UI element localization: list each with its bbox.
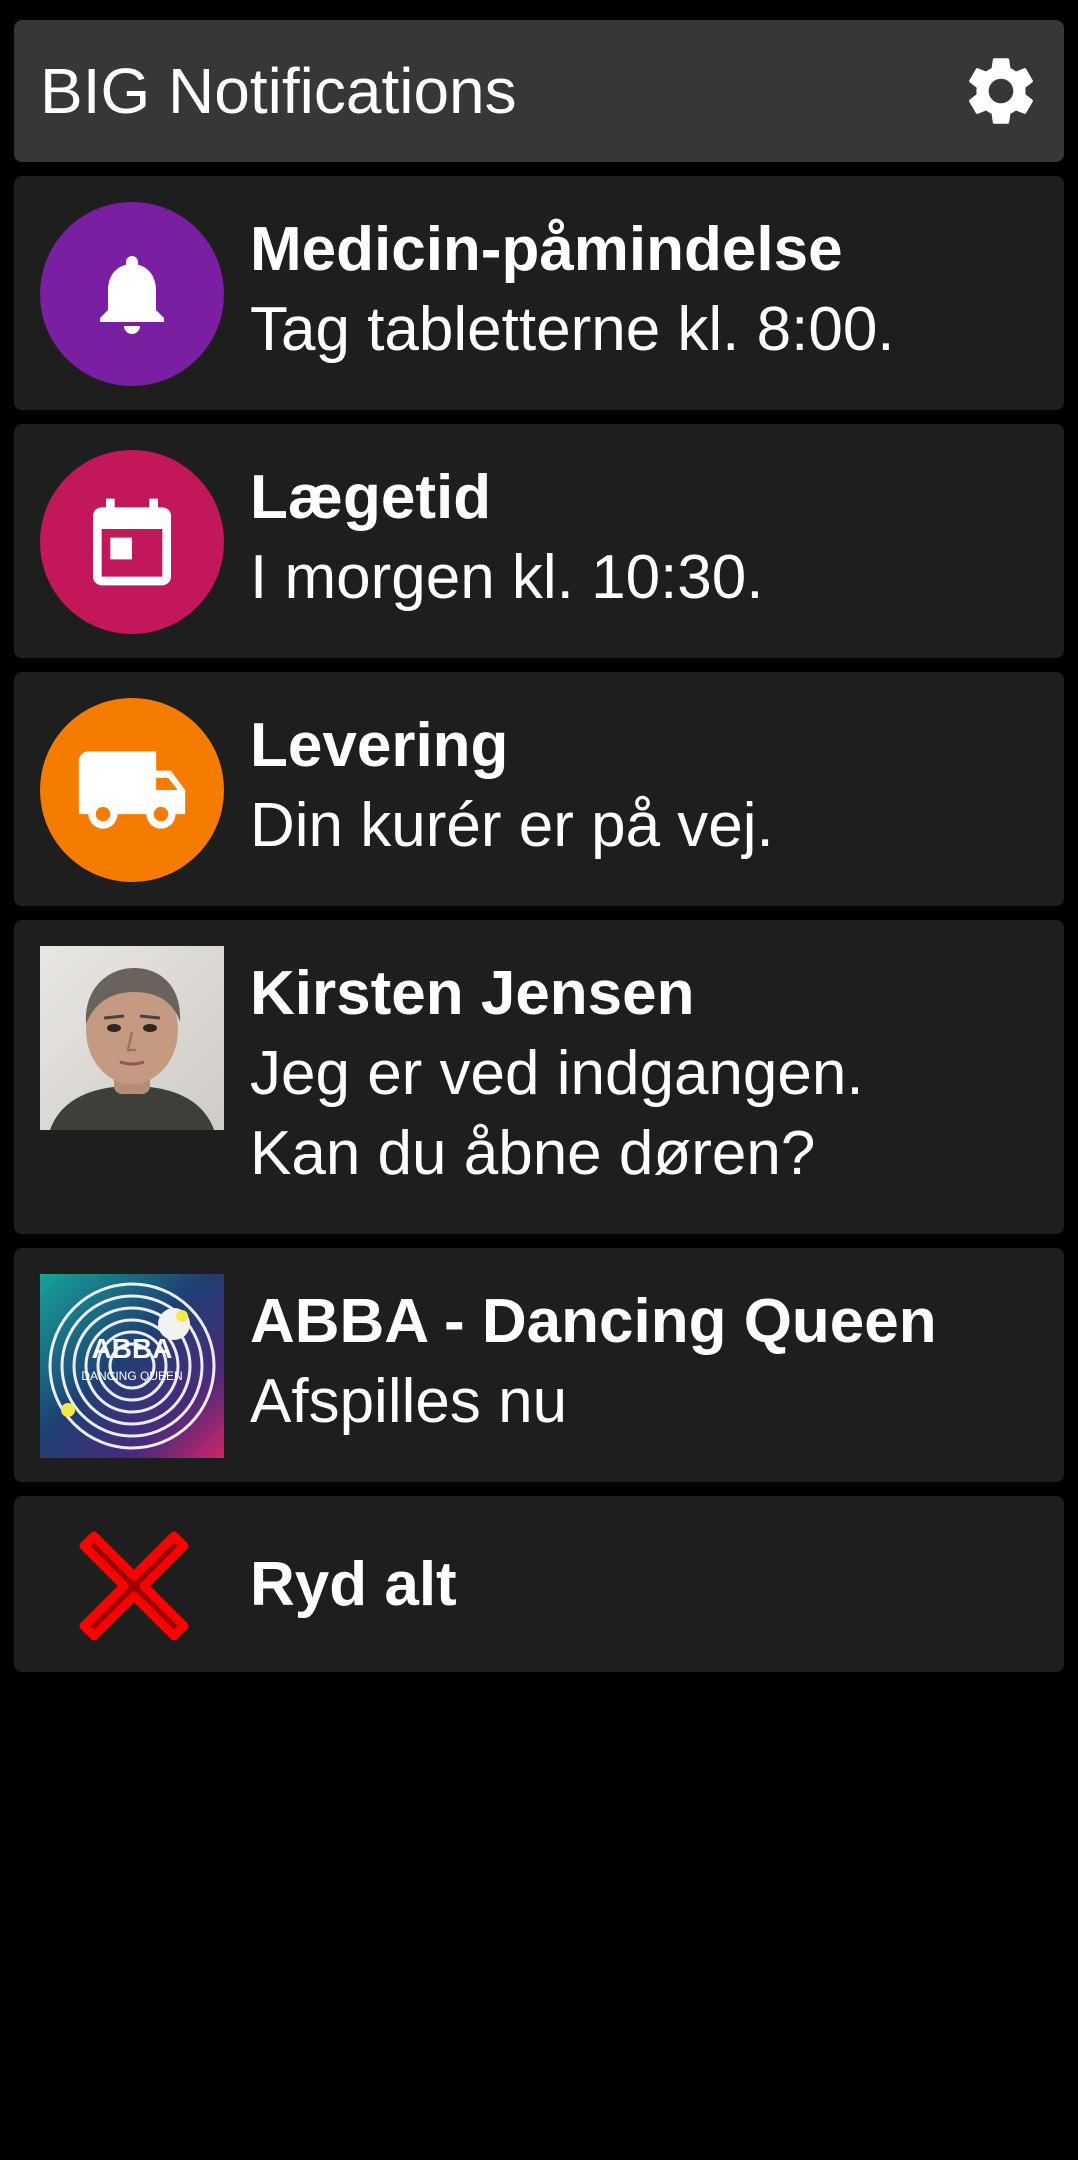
clear-all-button[interactable]: Ryd alt <box>14 1496 1064 1672</box>
notification-title: Medicin-påmindelse <box>250 215 843 284</box>
notification-card[interactable]: Lægetid I morgen kl. 10:30. <box>14 424 1064 658</box>
notification-body-line: Jeg er ved indgangen. <box>250 1039 864 1108</box>
notification-icon <box>40 450 224 634</box>
notification-body: I morgen kl. 10:30. <box>250 543 764 612</box>
notification-body: Tag tabletterne kl. 8:00. <box>250 295 895 364</box>
notification-title: ABBA - Dancing Queen <box>250 1287 937 1356</box>
notification-body: Din kurér er på vej. <box>250 791 774 860</box>
contact-photo <box>40 946 224 1130</box>
settings-button[interactable] <box>960 50 1042 132</box>
notification-title: Lægetid <box>250 463 492 532</box>
app-title: BIG Notifications <box>40 55 517 127</box>
notification-card[interactable]: ABBA DANCING QUEEN ABBA - Dancing Queen … <box>14 1248 1064 1482</box>
album-art-title: ABBA <box>92 1333 173 1364</box>
notification-body: Afspilles nu <box>250 1367 568 1436</box>
truck-icon <box>78 751 186 829</box>
clear-all-label: Ryd alt <box>250 1549 457 1619</box>
gear-icon <box>969 58 1033 124</box>
notification-icon <box>40 698 224 882</box>
album-art-subtitle: DANCING QUEEN <box>81 1369 182 1383</box>
bell-icon <box>100 256 164 334</box>
notification-card[interactable]: Levering Din kurér er på vej. <box>14 672 1064 906</box>
app-header: BIG Notifications <box>14 20 1064 162</box>
notification-title: Kirsten Jensen <box>250 959 695 1028</box>
calendar-icon <box>93 498 171 586</box>
album-art: ABBA DANCING QUEEN <box>40 1274 224 1458</box>
close-x-icon <box>79 1531 189 1641</box>
notification-card[interactable]: Medicin-påmindelse Tag tabletterne kl. 8… <box>14 176 1064 410</box>
notification-title: Levering <box>250 711 509 780</box>
notification-icon <box>40 202 224 386</box>
notification-body-line: Kan du åbne døren? <box>250 1119 816 1188</box>
notification-card[interactable]: Kirsten Jensen Jeg er ved indgangen. Kan… <box>14 920 1064 1234</box>
